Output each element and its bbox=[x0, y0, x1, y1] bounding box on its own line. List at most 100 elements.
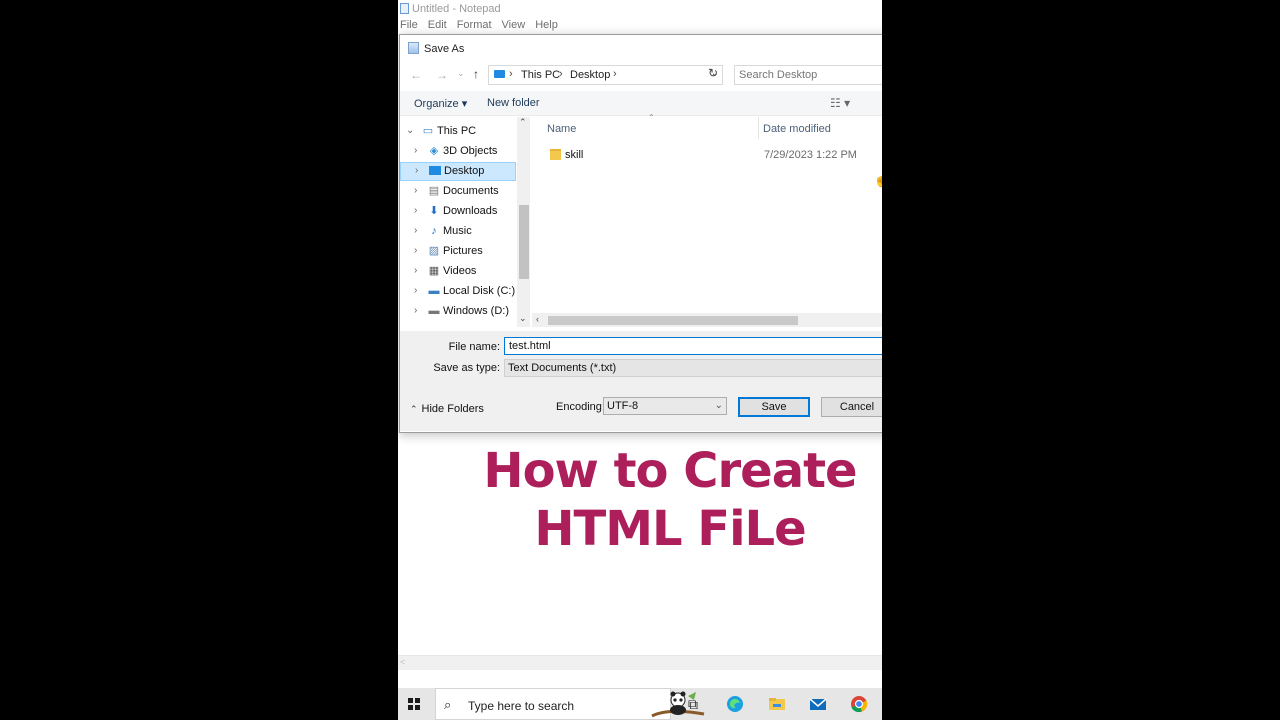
screen: Untitled - Notepad File Edit Format View… bbox=[398, 0, 882, 720]
collapsed-chevron-icon[interactable]: › bbox=[414, 305, 417, 316]
tree-item-documents[interactable]: › ▤ Documents bbox=[400, 182, 516, 201]
tree-item-pictures[interactable]: › ▨ Pictures bbox=[400, 242, 516, 261]
drive-icon: ▬ bbox=[428, 305, 440, 317]
change-view-icon[interactable]: ☷ ▾ bbox=[830, 96, 850, 110]
notepad-titlebar: Untitled - Notepad bbox=[398, 0, 882, 18]
this-pc-icon bbox=[494, 70, 505, 78]
scrollbar-thumb[interactable] bbox=[519, 205, 529, 279]
sort-ascending-icon: ⌃ bbox=[648, 113, 655, 122]
chevron-down-icon: ⌄ bbox=[714, 400, 723, 411]
collapsed-chevron-icon[interactable]: › bbox=[414, 145, 417, 156]
tree-item-this-pc[interactable]: ⌄ ▭ This PC bbox=[400, 122, 516, 141]
collapsed-chevron-icon[interactable]: › bbox=[414, 265, 417, 276]
expanded-chevron-icon[interactable]: ⌄ bbox=[406, 125, 414, 136]
tree-label: 3D Objects bbox=[443, 145, 498, 157]
scroll-left-chevron-icon[interactable]: ‹ bbox=[536, 314, 539, 324]
breadcrumb-separator-icon[interactable]: › bbox=[559, 68, 563, 80]
notepad-icon bbox=[400, 3, 409, 14]
hide-folders-button[interactable]: ⌃ Hide Folders bbox=[410, 403, 484, 415]
tree-label: This PC bbox=[437, 125, 477, 137]
forward-arrow-icon[interactable]: → bbox=[436, 68, 448, 82]
save-as-type-label: Save as type: bbox=[433, 362, 500, 374]
menu-view[interactable]: View bbox=[502, 19, 526, 35]
tree-item-desktop[interactable]: › Desktop bbox=[400, 162, 516, 181]
search-box[interactable] bbox=[734, 65, 882, 85]
file-list-horizontal-scrollbar[interactable]: ‹ bbox=[532, 313, 882, 327]
tree-label: Music bbox=[443, 225, 472, 237]
file-name-field[interactable] bbox=[504, 337, 882, 355]
save-as-type-value: Text Documents (*.txt) bbox=[508, 362, 617, 374]
file-name-input[interactable] bbox=[509, 340, 869, 352]
breadcrumb-separator-icon[interactable]: › bbox=[613, 68, 617, 80]
collapsed-chevron-icon[interactable]: › bbox=[414, 185, 417, 196]
menu-edit[interactable]: Edit bbox=[428, 19, 447, 35]
desktop-icon bbox=[429, 165, 441, 177]
up-arrow-icon[interactable]: ↑ bbox=[473, 67, 479, 81]
notepad-title: Untitled - Notepad bbox=[412, 3, 501, 15]
chrome-browser-icon[interactable] bbox=[850, 695, 868, 713]
hand-cursor-icon: ☝ bbox=[873, 172, 882, 187]
documents-icon: ▤ bbox=[428, 185, 440, 197]
overlay-heading: How to Create HTML FiLe bbox=[458, 442, 882, 558]
breadcrumb-desktop[interactable]: Desktop bbox=[570, 69, 610, 81]
dialog-title: Save As bbox=[424, 43, 465, 55]
column-divider[interactable] bbox=[758, 117, 759, 139]
organize-button[interactable]: Organize ▾ bbox=[414, 97, 467, 110]
taskbar-search-box[interactable]: ⌕ Type here to search bbox=[435, 688, 705, 720]
recent-locations-chevron-icon[interactable]: ⌄ bbox=[457, 68, 465, 79]
downloads-icon: ⬇ bbox=[429, 205, 439, 217]
file-row[interactable]: skill 7/29/2023 1:22 PM bbox=[532, 145, 882, 165]
collapse-chevron-icon: ⌃ bbox=[410, 404, 418, 414]
file-explorer-icon[interactable] bbox=[768, 695, 786, 713]
refresh-icon[interactable]: ↻ bbox=[708, 66, 718, 80]
mail-icon[interactable] bbox=[809, 695, 827, 713]
heading-line-1: How to Create bbox=[483, 443, 857, 499]
windows-start-icon[interactable] bbox=[408, 698, 420, 710]
tree-item-downloads[interactable]: › ⬇ Downloads bbox=[400, 202, 516, 221]
new-folder-button[interactable]: New folder bbox=[487, 97, 540, 109]
collapsed-chevron-icon[interactable]: › bbox=[414, 205, 417, 216]
encoding-select[interactable]: UTF-8 ⌄ bbox=[603, 397, 727, 415]
encoding-label: Encoding: bbox=[556, 401, 605, 413]
tree-item-3d-objects[interactable]: › ◈ 3D Objects bbox=[400, 142, 516, 161]
notepad-horizontal-scrollbar[interactable]: < bbox=[398, 655, 882, 670]
taskbar-search-text: Type here to search bbox=[468, 699, 575, 713]
tree-item-music[interactable]: › ♪ Music bbox=[400, 222, 516, 241]
scroll-up-chevron-icon[interactable]: ⌃ bbox=[519, 117, 527, 128]
scroll-down-chevron-icon[interactable]: ⌄ bbox=[519, 313, 527, 324]
navigation-pane: ⌄ ▭ This PC › ◈ 3D Objects › Desktop › ▤… bbox=[400, 117, 530, 327]
save-button[interactable]: Save bbox=[738, 397, 810, 417]
save-as-type-select[interactable]: Text Documents (*.txt) bbox=[504, 359, 882, 377]
menu-file[interactable]: File bbox=[400, 19, 418, 35]
tree-item-windows-d[interactable]: › ▬ Windows (D:) bbox=[400, 302, 516, 321]
collapsed-chevron-icon[interactable]: › bbox=[414, 245, 417, 256]
navigation-pane-scrollbar[interactable]: ⌃ ⌄ bbox=[517, 117, 530, 327]
local-disk-icon: ▬ bbox=[428, 285, 440, 297]
breadcrumb-separator-icon[interactable]: › bbox=[509, 68, 513, 80]
column-header-date-modified[interactable]: Date modified bbox=[763, 123, 831, 135]
address-bar[interactable]: › This PC › Desktop › ⌄ bbox=[488, 65, 723, 85]
search-input[interactable] bbox=[739, 69, 879, 81]
save-as-icon bbox=[408, 42, 419, 54]
menu-format[interactable]: Format bbox=[457, 19, 492, 35]
collapsed-chevron-icon[interactable]: › bbox=[414, 225, 417, 236]
collapsed-chevron-icon[interactable]: › bbox=[414, 285, 417, 296]
tree-item-local-disk-c[interactable]: › ▬ Local Disk (C:) bbox=[400, 282, 516, 301]
scroll-left-arrow[interactable]: < bbox=[400, 657, 405, 667]
tree-item-videos[interactable]: › ▦ Videos bbox=[400, 262, 516, 281]
notepad-menubar: File Edit Format View Help bbox=[398, 19, 566, 35]
scrollbar-thumb[interactable] bbox=[548, 316, 798, 325]
music-icon: ♪ bbox=[431, 225, 437, 237]
column-header-name[interactable]: Name bbox=[547, 123, 576, 135]
cancel-button[interactable]: Cancel bbox=[821, 397, 882, 417]
back-arrow-icon[interactable]: ← bbox=[410, 68, 422, 82]
this-pc-icon: ▭ bbox=[422, 125, 434, 137]
edge-browser-icon[interactable] bbox=[726, 695, 744, 713]
breadcrumb-this-pc[interactable]: This PC bbox=[521, 69, 560, 81]
file-list: ⌃ Name Date modified skill 7/29/2023 1:2… bbox=[532, 113, 882, 327]
tree-label: Windows (D:) bbox=[443, 305, 510, 317]
hide-folders-label: Hide Folders bbox=[421, 403, 484, 415]
task-view-icon[interactable]: ⧉ bbox=[684, 695, 702, 713]
collapsed-chevron-icon[interactable]: › bbox=[415, 165, 418, 176]
menu-help[interactable]: Help bbox=[535, 19, 558, 35]
